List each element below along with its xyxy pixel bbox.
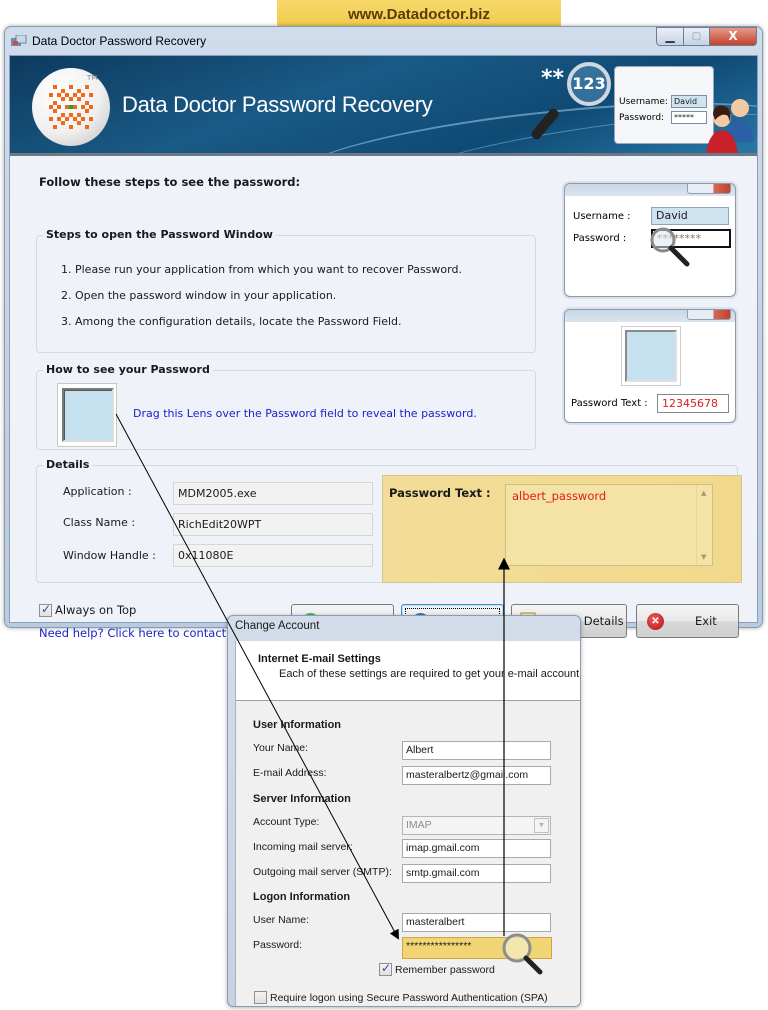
incoming-server-label: Incoming mail server: [253,841,353,853]
user-info-heading: User Information [253,719,342,731]
steps-groupbox: Steps to open the Password Window 1. Ple… [36,228,536,353]
always-on-top-label: Always on Top [55,603,137,617]
trademark-label: TM [87,74,98,82]
how-to-group-label: How to see your Password [43,363,213,376]
lens-drag-handle[interactable] [57,383,117,447]
step-item: 3. Among the configuration details, loca… [61,315,402,328]
dialog-title: Change Account [235,620,320,632]
logon-username-input[interactable]: masteralbert [402,913,551,932]
application-label: Application : [63,485,132,498]
window-title: Data Doctor Password Recovery [32,34,207,48]
account-type-label: Account Type: [253,816,320,828]
outgoing-server-input[interactable]: smtp.gmail.com [402,864,551,883]
spa-label: Require logon using Secure Password Auth… [270,992,548,1004]
class-name-label: Class Name : [63,516,136,529]
demo-password-text-field: 12345678 [657,394,729,413]
logo-pattern-icon [49,85,93,129]
chevron-down-icon: ▼ [534,818,549,833]
remember-password-label: Remember password [395,964,495,976]
class-name-field: RichEdit20WPT [173,513,373,536]
app-icon [11,35,27,46]
password-scrollbar[interactable]: ▲ ▼ [696,485,712,565]
contact-help-link[interactable]: Need help? Click here to contact us. [39,626,247,640]
demo-window-controls-icon [687,184,731,194]
close-button[interactable]: X [710,27,757,46]
demo-password-label: Password : [573,233,627,244]
minimize-button[interactable]: ▁ [656,27,684,46]
demo-window-controls-icon [687,310,731,320]
demo-login-window: Username : David Password : ******** [564,183,736,297]
magnifier-icon [650,227,690,267]
scroll-up-icon: ▲ [701,489,707,497]
incoming-server-input[interactable]: imap.gmail.com [402,839,551,858]
email-label: E-mail Address: [253,767,327,779]
demo-password-text-label: Password Text : [571,398,648,409]
application-field: MDM2005.exe [173,482,373,505]
logon-info-heading: Logon Information [253,891,351,903]
mini-password-label: Password: [619,113,665,123]
magnifier-icon: 123 [567,62,611,106]
remember-password-checkbox[interactable] [379,961,392,976]
account-type-select[interactable]: IMAP ▼ [402,816,551,835]
email-input[interactable]: masteralbertz@gmail.com [402,766,551,785]
password-text-panel: Password Text : albert_password ▲ ▼ [382,475,742,583]
details-group-label: Details [43,458,93,471]
change-account-dialog: Change Account Internet E-mail Settings … [227,615,581,1007]
logo: TM [32,68,110,146]
maximize-icon: ▢ [691,31,702,42]
header-title: Data Doctor Password Recovery [122,92,433,117]
exit-button[interactable]: ✕ Exit [636,604,739,638]
step-item: 1. Please run your application from whic… [61,263,462,276]
dialog-header-subtitle: Each of these settings are required to g… [279,668,580,680]
scroll-down-icon: ▼ [701,553,707,561]
step-item: 2. Open the password window in your appl… [61,289,337,302]
logon-password-label: Password: [253,939,303,951]
header-banner: TM Data Doctor Password Recovery ** 123 … [10,56,757,156]
instructions-heading: Follow these steps to see the password: [39,175,301,189]
close-icon: X [728,29,738,43]
account-type-value: IMAP [406,819,432,831]
outgoing-server-label: Outgoing mail server (SMTP): [253,866,392,878]
maximize-button[interactable]: ▢ [684,27,710,46]
password-text-area[interactable]: albert_password ▲ ▼ [505,484,713,566]
window-handle-label: Window Handle : [63,549,156,562]
minimize-icon: ▁ [665,29,675,43]
spa-checkbox[interactable] [254,991,267,1004]
main-window: Data Doctor Password Recovery ▁ ▢ X TM D… [4,26,763,640]
demo-username-label: Username : [573,211,631,222]
exit-button-label: Exit [695,614,717,628]
dialog-header-title: Internet E-mail Settings [258,653,381,665]
lens-icon [625,330,677,382]
steps-group-label: Steps to open the Password Window [43,228,276,241]
magnifier-icon [502,933,543,975]
your-name-label: Your Name: [253,742,309,754]
demo-reveal-window: Password Text : 12345678 [564,309,736,423]
masked-stars-text: ** [541,66,565,91]
window-handle-field: 0x11080E [173,544,373,567]
recovered-password: albert_password [512,489,607,503]
dialog-header: Internet E-mail Settings Each of these s… [236,641,580,701]
demo-lens-box [621,326,681,386]
password-text-label: Password Text : [389,486,491,500]
logon-username-label: User Name: [253,914,310,926]
lens-icon [62,388,114,442]
mini-username-label: Username: [619,97,668,107]
server-info-heading: Server Information [253,793,351,805]
demo-username-field: David [651,207,729,225]
exit-icon: ✕ [647,613,664,630]
users-icon [706,99,754,153]
dialog-body: Internet E-mail Settings Each of these s… [235,641,580,1006]
your-name-input[interactable]: Albert [402,741,551,760]
title-bar: Data Doctor Password Recovery ▁ ▢ X [5,27,762,55]
drag-instruction-text: Drag this Lens over the Password field t… [133,407,477,420]
always-on-top-checkbox[interactable] [39,602,52,617]
client-area: TM Data Doctor Password Recovery ** 123 … [9,55,758,640]
how-to-groupbox: How to see your Password Drag this Lens … [36,363,536,450]
